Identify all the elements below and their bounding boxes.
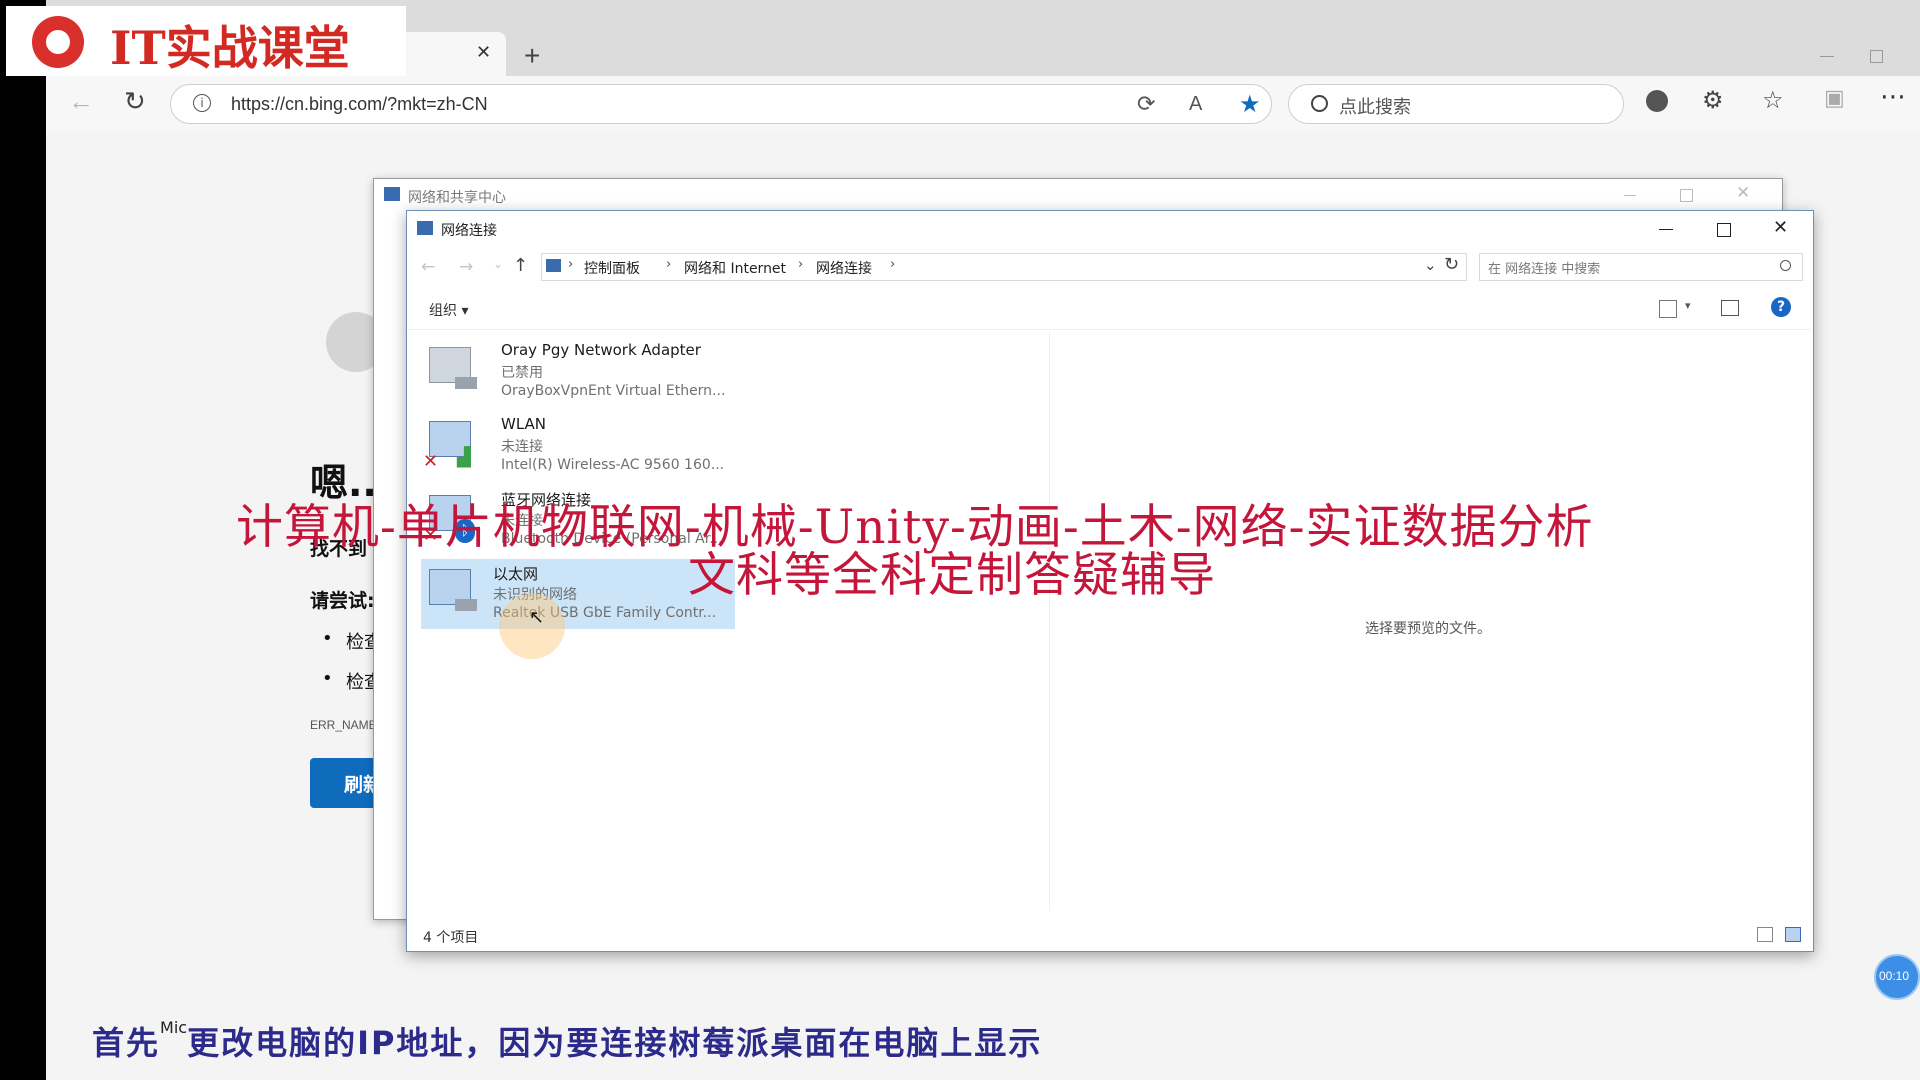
breadcrumb-network-connections[interactable]: 网络连接 <box>816 258 872 278</box>
browser-search-placeholder: 点此搜索 <box>1339 97 1411 118</box>
subtitle-small: Mic <box>160 1018 188 1037</box>
chevron-down-icon[interactable]: ▾ <box>1685 299 1691 312</box>
breadcrumb-separator: › <box>798 257 804 272</box>
timer-badge: 00:10 <box>1874 954 1920 1000</box>
list-item[interactable]: Oray Pgy Network Adapter 已禁用 OrayBoxVpnE… <box>421 337 751 407</box>
minimize-icon[interactable] <box>1624 195 1636 196</box>
item-status: 已禁用 <box>501 365 543 381</box>
breadcrumb[interactable]: › 控制面板 › 网络和 Internet › 网络连接 › ⌄ ↻ <box>541 253 1467 281</box>
item-device: OrayBoxVpnEnt Virtual Ethern... <box>501 383 726 399</box>
reader-icon[interactable]: ⟳ <box>1137 92 1155 117</box>
overlay-line-2: 文科等全科定制答疑辅导 <box>688 548 1216 603</box>
help-icon[interactable]: ? <box>1771 297 1791 317</box>
explorer-search-placeholder: 在 网络连接 中搜索 <box>1488 262 1601 277</box>
reload-icon[interactable]: ↻ <box>124 86 146 117</box>
recent-dropdown-icon[interactable]: ⌄ <box>493 257 503 271</box>
back-icon[interactable]: ← <box>68 86 94 117</box>
item-name: WLAN <box>501 415 547 433</box>
collections-icon[interactable]: ▣ <box>1824 86 1845 111</box>
preview-hint: 选择要预览的文件。 <box>1365 621 1491 637</box>
more-menu-icon[interactable]: ⋯ <box>1880 82 1906 112</box>
explorer-search-box[interactable]: 在 网络连接 中搜索 <box>1479 253 1803 281</box>
bullet-dot: • <box>322 668 333 689</box>
close-icon[interactable]: ✕ <box>1773 217 1788 238</box>
breadcrumb-separator: › <box>666 257 672 272</box>
back-icon[interactable]: ← <box>421 257 435 277</box>
logo-mark-inner <box>46 30 70 54</box>
forward-icon[interactable]: → <box>459 257 473 277</box>
preview-pane-icon[interactable] <box>1721 300 1739 316</box>
search-icon <box>1311 95 1328 112</box>
mouse-cursor-icon: ↖ <box>529 607 545 628</box>
close-tab-button[interactable]: ✕ <box>476 42 491 63</box>
new-tab-button[interactable]: + <box>524 40 540 72</box>
breadcrumb-separator: › <box>890 257 896 272</box>
video-subtitle: 首先Mic更改电脑的IP地址，因为要连接树莓派桌面在电脑上显示 <box>92 1018 1042 1064</box>
cable-icon <box>455 377 477 389</box>
organize-menu[interactable]: 组织 ▾ <box>429 300 468 320</box>
try-label: 请尝试: <box>310 590 375 612</box>
window-title: 网络连接 <box>441 223 497 239</box>
network-icon <box>384 187 400 201</box>
restore-icon[interactable] <box>1870 50 1883 63</box>
up-icon[interactable]: ↑ <box>513 255 528 276</box>
item-device: Intel(R) Wireless-AC 9560 160... <box>501 457 725 473</box>
favorite-star-icon[interactable]: ★ <box>1239 90 1261 118</box>
browser-toolbar: ← ↻ i https://cn.bing.com/?mkt=zh-CN ⟳ A… <box>46 76 1920 133</box>
view-options-icon[interactable] <box>1659 300 1677 318</box>
pane-splitter[interactable] <box>1049 331 1050 911</box>
list-item[interactable]: ▟ ✕ WLAN 未连接 Intel(R) Wireless-AC 9560 1… <box>421 411 751 481</box>
subtitle-text: 更改电脑的IP地址，因为要连接树莓派桌面在电脑上显示 <box>187 1024 1043 1062</box>
minimize-icon[interactable] <box>1659 229 1673 230</box>
item-name: Oray Pgy Network Adapter <box>501 341 701 359</box>
command-bar: 组织 ▾ ▾ ? <box>407 289 1811 330</box>
network-icon <box>546 259 561 272</box>
maximize-icon[interactable] <box>1680 189 1693 202</box>
favorites-icon[interactable]: ☆ <box>1762 86 1784 114</box>
channel-logo: IT实战课堂 <box>6 6 406 76</box>
browser-search-box[interactable]: 点此搜索 <box>1288 84 1624 124</box>
close-icon[interactable]: ✕ <box>1736 183 1750 203</box>
item-status: 未连接 <box>501 439 543 455</box>
profile-icon[interactable] <box>1646 90 1668 112</box>
minimize-icon[interactable] <box>1820 56 1834 57</box>
back-window-title: 网络和共享中心 <box>408 190 506 206</box>
refresh-icon[interactable]: ↻ <box>1444 254 1459 275</box>
address-bar[interactable]: i https://cn.bing.com/?mkt=zh-CN ⟳ A ★ <box>170 84 1272 124</box>
details-view-icon[interactable] <box>1757 927 1773 942</box>
breadcrumb-control-panel[interactable]: 控制面板 <box>584 258 640 278</box>
item-name: 以太网 <box>493 565 539 583</box>
large-icons-view-icon[interactable] <box>1785 927 1801 942</box>
maximize-icon[interactable] <box>1717 223 1731 237</box>
logo-text: IT实战课堂 <box>110 21 350 75</box>
disconnected-x-icon: ✕ <box>423 451 439 472</box>
info-icon[interactable]: i <box>193 94 211 112</box>
search-icon <box>1780 260 1791 271</box>
breadcrumb-network-internet[interactable]: 网络和 Internet <box>684 258 786 278</box>
cable-icon <box>455 599 477 611</box>
timer-text: 00:10 <box>1879 969 1910 983</box>
bullet-dot: • <box>322 628 333 649</box>
status-count: 4 个项目 <box>423 930 479 946</box>
chevron-down-icon[interactable]: ⌄ <box>1424 256 1437 274</box>
signal-bars-icon: ▟ <box>457 447 471 468</box>
extensions-icon[interactable]: ⚙ <box>1702 86 1724 114</box>
breadcrumb-separator: › <box>568 257 574 272</box>
network-icon <box>417 221 433 235</box>
read-aloud-icon[interactable]: A <box>1189 93 1202 116</box>
subtitle-prefix: 首先 <box>92 1024 161 1062</box>
url-text[interactable]: https://cn.bing.com/?mkt=zh-CN <box>231 94 488 115</box>
